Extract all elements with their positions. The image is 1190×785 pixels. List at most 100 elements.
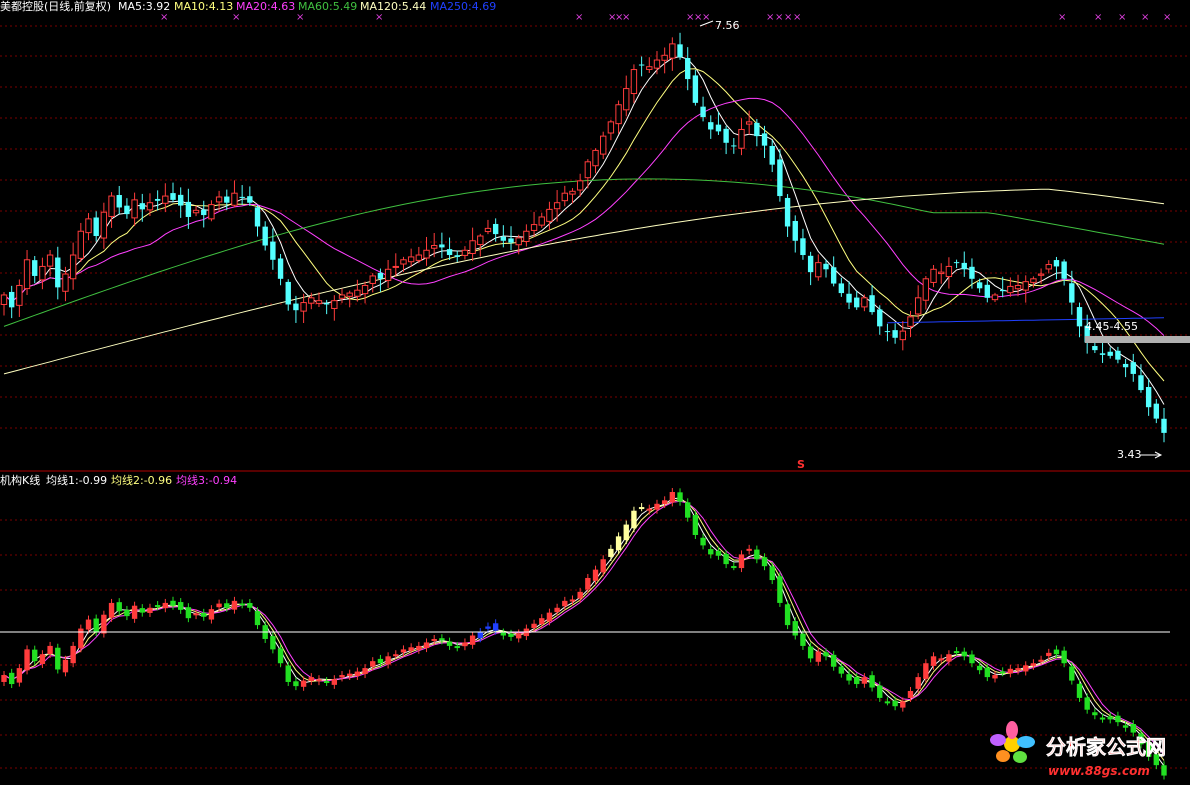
price-candle-body <box>32 260 38 276</box>
indicator-candle-body <box>500 632 507 636</box>
indicator-candle-body <box>178 602 184 610</box>
ma5-line <box>3 56 1165 405</box>
price-candle-body <box>116 195 122 208</box>
price-candle-body <box>653 59 661 69</box>
range-label: 4.45-4.55 <box>1085 320 1138 333</box>
indicator-candle-body <box>370 661 376 667</box>
indicator-candle-body <box>661 500 668 504</box>
price-candle-body <box>0 294 8 305</box>
high-label: 7.56 <box>715 19 740 32</box>
indicator-candle-body <box>400 649 407 653</box>
indicator-candles <box>1 488 1167 780</box>
indicator-candle-body <box>316 679 322 682</box>
indicator-candle-body <box>354 671 361 676</box>
price-candle-body <box>1030 278 1037 283</box>
price-candle-body <box>39 265 46 281</box>
price-candle-body <box>861 297 868 308</box>
indicator-candle-body <box>708 549 714 555</box>
indicator-candle-body <box>108 602 115 618</box>
price-candle-body <box>715 124 722 132</box>
ma120-label: MA120:5.44 <box>360 0 426 13</box>
ma20-line <box>3 97 1165 336</box>
cross-mark: × <box>622 12 630 23</box>
ma5-label: MA5:3.92 <box>118 0 170 13</box>
indicator-candle-body <box>807 646 814 659</box>
price-candle-body <box>431 245 438 249</box>
indicator-candle-body <box>377 658 384 664</box>
price-candle-body <box>201 209 207 216</box>
indicator-candle-body <box>792 621 798 636</box>
indicator-candle-body <box>408 647 414 651</box>
price-candle-body <box>461 249 469 256</box>
indicator-candle-body <box>1007 668 1014 674</box>
price-candle-body <box>224 196 230 203</box>
indicator-candle-body <box>477 632 483 639</box>
price-candle-body <box>1122 363 1129 368</box>
price-candle-body <box>377 272 384 279</box>
indicator-candle-body <box>24 649 30 671</box>
watermark-name: 分析家公式网 <box>1046 735 1166 759</box>
indicator-candle-body <box>846 674 852 681</box>
price-candle-body <box>530 224 538 231</box>
price-candle-body <box>384 268 392 281</box>
indicator-candle-body <box>784 604 791 626</box>
price-candle-body <box>1045 264 1052 270</box>
indicator-candle-body <box>692 514 699 535</box>
cross-mark: × <box>1163 12 1171 23</box>
indicator-candle-body <box>124 609 130 617</box>
price-candle-body <box>62 273 69 292</box>
indicator-candle-body <box>70 645 76 664</box>
indicator-candle-body <box>423 642 430 649</box>
price-candle-body <box>1138 375 1144 391</box>
price-candle-body <box>492 223 499 235</box>
avg1-label: 均线1:-0.99 <box>46 473 107 487</box>
indicator-candle-body <box>323 681 330 684</box>
indicator-candle-body <box>231 600 238 610</box>
price-candle-body <box>523 230 530 242</box>
logo-petal-icon <box>996 750 1010 762</box>
price-candle-body <box>561 192 568 202</box>
indicator-candle-body <box>393 654 399 657</box>
price-candle-body <box>592 149 599 167</box>
indicator-candle-body <box>923 663 929 679</box>
indicator-candle-body <box>577 591 583 599</box>
cross-mark: × <box>232 12 240 23</box>
indicator-candle-body <box>900 701 906 708</box>
price-candle-body <box>945 265 953 278</box>
indicator-candle-body <box>930 656 937 666</box>
price-candle-body <box>231 192 238 206</box>
indicator-candle-body <box>1115 715 1121 723</box>
indicator-candle-body <box>953 651 960 654</box>
indicator-candle-body <box>239 603 245 606</box>
price-candle-body <box>392 265 399 268</box>
indicator-candle-body <box>47 645 53 655</box>
price-candle-body <box>922 278 930 301</box>
indicator-candle-body <box>308 677 314 682</box>
indicator-candle-body <box>615 536 622 551</box>
indicator-candle-body <box>854 676 860 685</box>
indicator-candle-body <box>907 690 914 698</box>
price-candle-body <box>1145 387 1152 408</box>
watermark-logo <box>990 721 1035 763</box>
price-candle-body <box>777 159 783 197</box>
price-candle-body <box>277 258 284 279</box>
price-candle-body <box>846 293 852 303</box>
price-candle-body <box>584 161 592 179</box>
price-candle-body <box>400 259 407 265</box>
cross-mark: × <box>375 12 383 23</box>
price-candle-body <box>270 241 276 260</box>
indicator-candle-body <box>869 675 875 688</box>
price-candle-body <box>131 199 138 219</box>
indicator-candle-body <box>562 600 568 607</box>
price-candle-body <box>55 257 61 288</box>
price-candle-body <box>323 303 330 305</box>
price-candle-body <box>369 275 376 284</box>
logo-petal-icon <box>990 734 1006 746</box>
indicator-candle-body <box>754 549 760 560</box>
price-candle-body <box>538 216 545 226</box>
price-candle-body <box>754 122 760 137</box>
price-candle-body <box>1069 283 1075 303</box>
price-candle-body <box>869 295 875 313</box>
price-candle-body <box>745 121 753 125</box>
indicator-candle-body <box>39 654 46 665</box>
